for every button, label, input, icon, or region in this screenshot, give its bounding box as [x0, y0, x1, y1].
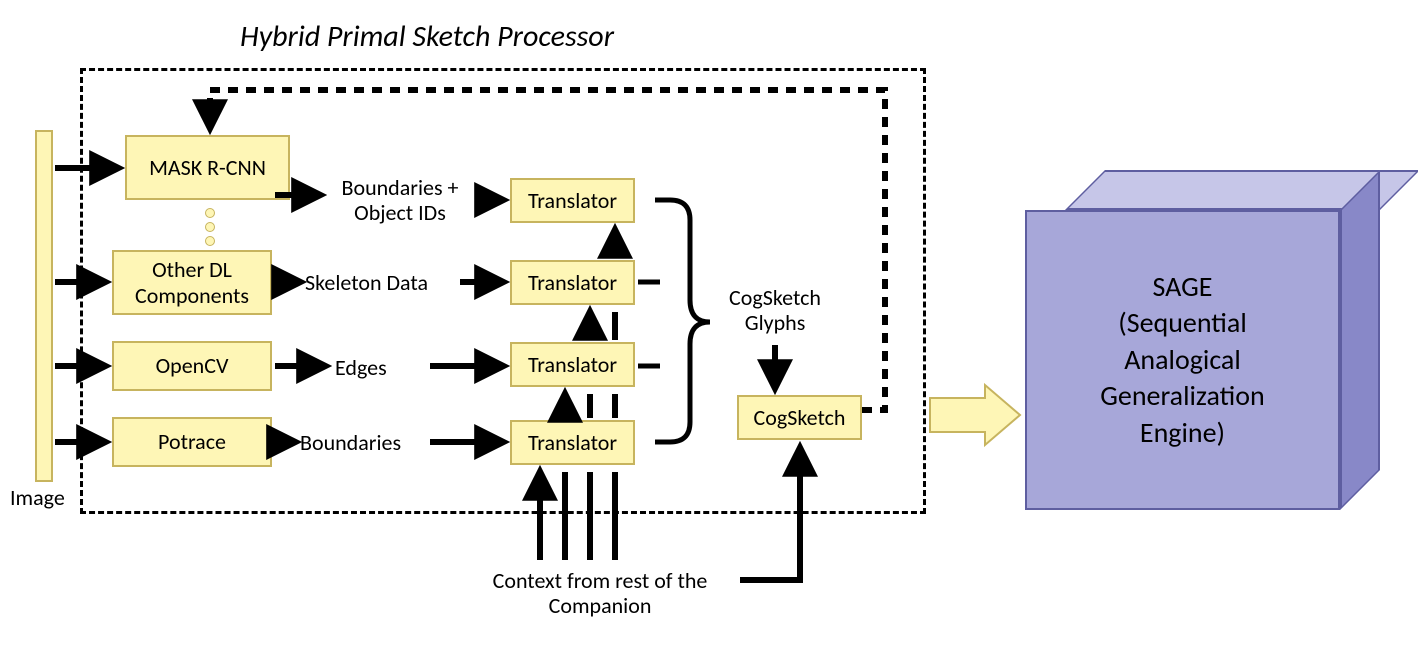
ellipsis-dot	[205, 236, 215, 246]
mask-rcnn-node: MASK R-CNN	[125, 135, 290, 200]
boundaries-ids-label: Boundaries + Object IDs	[325, 175, 475, 226]
translator-3-node: Translator	[510, 342, 635, 387]
sage-label: SAGE (Sequential Analogical Generalizati…	[1100, 269, 1265, 451]
potrace-node: Potrace	[112, 417, 272, 467]
cogsketch-glyphs-label: CogSketch Glyphs	[715, 285, 835, 336]
edges-label: Edges	[335, 355, 387, 380]
sage-cube: SAGE (Sequential Analogical Generalizati…	[1025, 170, 1395, 550]
ellipsis-dot	[205, 222, 215, 232]
context-label: Context from rest of the Companion	[460, 568, 740, 619]
other-dl-node: Other DL Components	[112, 250, 272, 315]
ellipsis-dot	[205, 208, 215, 218]
skeleton-label: Skeleton Data	[305, 270, 428, 295]
image-label: Image	[10, 485, 65, 510]
translator-4-node: Translator	[510, 420, 635, 465]
boundaries-label: Boundaries	[300, 430, 401, 455]
translator-1-node: Translator	[510, 178, 635, 223]
opencv-node: OpenCV	[112, 341, 272, 391]
cogsketch-node: CogSketch	[737, 395, 862, 440]
arrow-to-sage	[930, 385, 1020, 445]
image-input-bar	[35, 130, 53, 482]
diagram-title: Hybrid Primal Sketch Processor	[240, 18, 614, 55]
translator-2-node: Translator	[510, 260, 635, 305]
